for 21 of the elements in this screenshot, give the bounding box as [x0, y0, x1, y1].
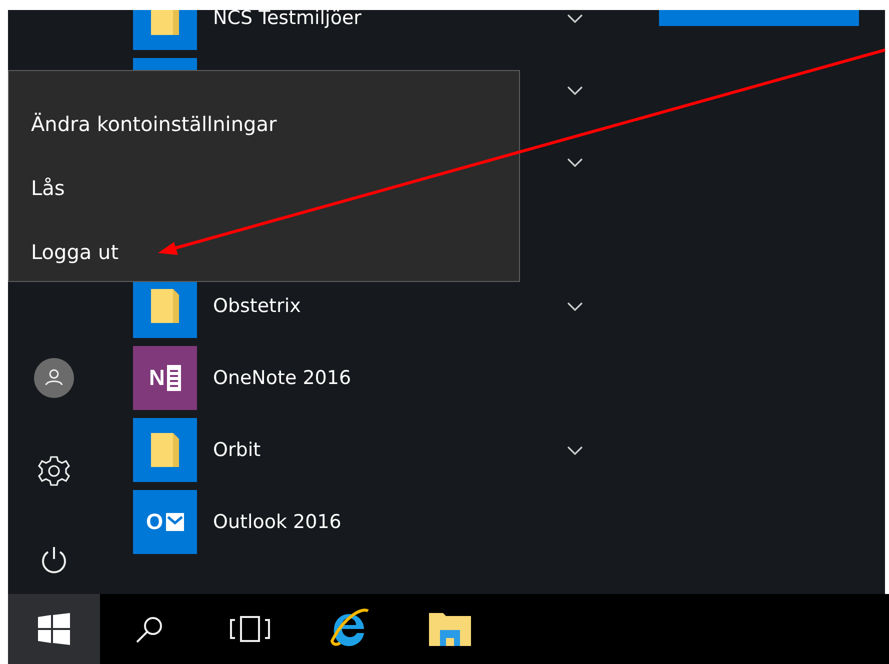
search-icon[interactable] [135, 614, 165, 644]
onenote-icon: N [133, 346, 197, 410]
chevron-down-icon[interactable] [567, 14, 583, 24]
user-avatar-icon[interactable] [34, 358, 74, 398]
app-tile[interactable] [659, 10, 859, 26]
app-name[interactable]: Obstetrix [213, 295, 567, 317]
outlook-icon: O [133, 490, 197, 554]
menu-item[interactable]: Ändra kontoinställningar [9, 92, 277, 156]
app-name[interactable]: Orbit [213, 439, 567, 461]
settings-icon[interactable] [37, 454, 71, 488]
start-icon [38, 613, 70, 645]
menu-item[interactable]: Logga ut [9, 220, 119, 284]
chevron-down-icon[interactable] [567, 302, 583, 312]
app-name[interactable]: OneNote 2016 [213, 367, 603, 389]
app-name[interactable]: Outlook 2016 [213, 511, 603, 533]
chevron-down-icon[interactable] [567, 446, 583, 456]
start-button[interactable] [8, 594, 100, 664]
chevron-down-icon[interactable] [567, 158, 583, 168]
chevron-down-icon[interactable] [567, 86, 583, 96]
task-view-icon[interactable] [229, 615, 271, 643]
menu-item[interactable]: Lås [9, 156, 65, 220]
